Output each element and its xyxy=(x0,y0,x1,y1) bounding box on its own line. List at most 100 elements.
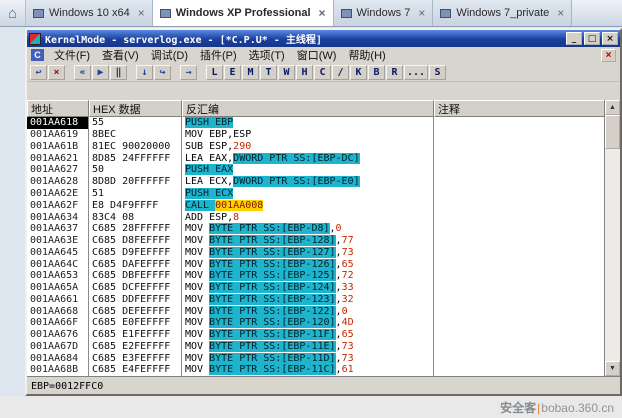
hex-cell: 8D85 24FFFFFF xyxy=(89,152,182,164)
address-cell: 001AA637 xyxy=(27,223,89,235)
source-window-button[interactable]: S xyxy=(429,65,446,80)
step-into-button[interactable]: ↓ xyxy=(136,65,153,80)
menu-item-help[interactable]: 帮助(H) xyxy=(342,47,391,63)
address-cell: 001AA61B xyxy=(27,141,89,153)
address-cell: 001AA618 xyxy=(27,117,89,129)
executables-window-button[interactable]: E xyxy=(224,65,241,80)
disasm-row[interactable]: 001AA61B81EC 90020000SUB ESP,290 xyxy=(27,141,604,153)
minimize-button[interactable]: _ xyxy=(566,32,582,45)
menu-item-options[interactable]: 选项(T) xyxy=(243,47,291,63)
address-cell: 001AA619 xyxy=(27,129,89,141)
address-cell: 001AA63E xyxy=(27,235,89,247)
threads-window-button[interactable]: T xyxy=(260,65,277,80)
goto-address-button[interactable]: → xyxy=(180,65,197,80)
disasm-row[interactable]: 001AA676C685 E1FEFFFFMOV BYTE PTR SS:[EB… xyxy=(27,329,604,341)
tab-close-icon[interactable]: × xyxy=(138,6,145,20)
cpu-window-button[interactable]: C xyxy=(314,65,331,80)
windows-window-button[interactable]: W xyxy=(278,65,295,80)
disasm-cell: LEA EAX,DWORD PTR SS:[EBP-DC] xyxy=(182,152,434,164)
menu-item-view[interactable]: 查看(V) xyxy=(96,47,145,63)
breakpoints-window-button[interactable]: B xyxy=(368,65,385,80)
disasm-row[interactable]: 001AA62E51PUSH ECX xyxy=(27,188,604,200)
column-header: 反汇编 xyxy=(182,100,434,117)
open-file-button[interactable]: ↩ xyxy=(30,65,47,80)
comment-cell xyxy=(434,270,604,282)
address-cell: 001AA684 xyxy=(27,352,89,364)
menu-bar: C 文件(F)查看(V)调试(D)插件(P)选项(T)窗口(W)帮助(H) × xyxy=(27,47,620,63)
patches-window-button[interactable]: / xyxy=(332,65,349,80)
disasm-row[interactable]: 001AA653C685 DBFEFFFFMOV BYTE PTR SS:[EB… xyxy=(27,270,604,282)
comment-cell xyxy=(434,176,604,188)
disasm-row[interactable]: 001AA6288D8D 20FFFFFFLEA ECX,DWORD PTR S… xyxy=(27,176,604,188)
tab-close-icon[interactable]: × xyxy=(418,6,425,20)
close-program-button[interactable]: × xyxy=(48,65,65,80)
vm-tab-windows-7[interactable]: Windows 7 × xyxy=(334,0,434,26)
disasm-row[interactable]: 001AA63EC685 D8FEFFFFMOV BYTE PTR SS:[EB… xyxy=(27,235,604,247)
disasm-row[interactable]: 001AA637C685 28FFFFFFMOV BYTE PTR SS:[EB… xyxy=(27,223,604,235)
address-cell: 001AA634 xyxy=(27,211,89,223)
disasm-row[interactable]: 001AA661C685 DDFEFFFFMOV BYTE PTR SS:[EB… xyxy=(27,293,604,305)
menu-item-window[interactable]: 窗口(W) xyxy=(291,47,343,63)
hex-cell: 8D8D 20FFFFFF xyxy=(89,176,182,188)
run-button[interactable]: ▶ xyxy=(92,65,109,80)
disassembly-rows: 001AA61855PUSH EBP001AA6198BECMOV EBP,ES… xyxy=(27,117,604,376)
vm-tab-bar: ⌂ Windows 10 x64×Windows XP Professional… xyxy=(0,0,622,27)
title-bar[interactable]: KernelMode - serverlog.exe - [*C.P.U* - … xyxy=(27,30,620,47)
debugger-window: KernelMode - serverlog.exe - [*C.P.U* - … xyxy=(25,28,622,396)
maximize-button[interactable]: □ xyxy=(584,32,600,45)
home-icon[interactable]: ⌂ xyxy=(0,0,26,26)
comment-cell xyxy=(434,117,604,129)
disasm-row[interactable]: 001AA668C685 DEFEFFFFMOV BYTE PTR SS:[EB… xyxy=(27,305,604,317)
vm-icon xyxy=(33,9,44,18)
disasm-row[interactable]: 001AA63483C4 08ADD ESP,8 xyxy=(27,211,604,223)
scroll-up-icon[interactable]: ▲ xyxy=(605,100,620,115)
disasm-row[interactable]: 001AA66FC685 E0FEFFFFMOV BYTE PTR SS:[EB… xyxy=(27,317,604,329)
vm-tabs: Windows 10 x64×Windows XP Professional×W… xyxy=(26,0,572,26)
step-over-button[interactable]: ↪ xyxy=(154,65,171,80)
comment-cell xyxy=(434,141,604,153)
menu-item-file[interactable]: 文件(F) xyxy=(48,47,96,63)
scroll-down-icon[interactable]: ▼ xyxy=(605,361,620,376)
disasm-row[interactable]: 001AA6218D85 24FFFFFFLEA EAX,DWORD PTR S… xyxy=(27,152,604,164)
call-stack-window-button[interactable]: K xyxy=(350,65,367,80)
disasm-row[interactable]: 001AA62750PUSH EAX xyxy=(27,164,604,176)
vm-icon xyxy=(341,9,352,18)
pause-button[interactable]: ‖ xyxy=(110,65,127,80)
disasm-row[interactable]: 001AA684C685 E3FEFFFFMOV BYTE PTR SS:[EB… xyxy=(27,352,604,364)
vm-tab-windows-10-x64[interactable]: Windows 10 x64 × xyxy=(26,0,153,26)
disasm-row[interactable]: 001AA68BC685 E4FEFFFFMOV BYTE PTR SS:[EB… xyxy=(27,364,604,376)
vm-icon xyxy=(160,9,171,18)
tab-close-icon[interactable]: × xyxy=(319,6,326,20)
vm-tab-label: Windows 10 x64 xyxy=(49,7,130,19)
run-trace-window-button[interactable]: ... xyxy=(404,65,428,80)
disasm-row[interactable]: 001AA67DC685 E2FEFFFFMOV BYTE PTR SS:[EB… xyxy=(27,341,604,353)
menu-item-debug[interactable]: 调试(D) xyxy=(145,47,194,63)
log-window-button[interactable]: L xyxy=(206,65,223,80)
disasm-row[interactable]: 001AA61855PUSH EBP xyxy=(27,117,604,129)
column-headers: 地址HEX 数据反汇编注释 xyxy=(27,100,604,117)
comment-cell xyxy=(434,211,604,223)
disasm-row[interactable]: 001AA645C685 D9FEFFFFMOV BYTE PTR SS:[EB… xyxy=(27,246,604,258)
tab-close-icon[interactable]: × xyxy=(557,6,564,20)
mdi-close-button[interactable]: × xyxy=(601,49,616,62)
watermark: 安全客|bobao.360.cn xyxy=(500,399,614,416)
window-controls: _ □ × xyxy=(566,32,618,45)
vm-tab-label: Windows 7 xyxy=(357,7,411,19)
scrollbar-thumb[interactable] xyxy=(605,115,620,149)
memory-window-button[interactable]: M xyxy=(242,65,259,80)
vm-tab-windows-7-private[interactable]: Windows 7_private× xyxy=(433,0,572,26)
vm-tab-windows-xp-professional[interactable]: Windows XP Professional× xyxy=(153,0,334,26)
references-window-button[interactable]: R xyxy=(386,65,403,80)
vertical-scrollbar[interactable]: ▲ ▼ xyxy=(604,100,620,376)
handles-window-button[interactable]: H xyxy=(296,65,313,80)
cpu-child-window-icon: C xyxy=(31,49,44,61)
disasm-row[interactable]: 001AA64CC685 DAFEFFFFMOV BYTE PTR SS:[EB… xyxy=(27,258,604,270)
menu-item-plugins[interactable]: 插件(P) xyxy=(194,47,243,63)
disasm-cell: LEA ECX,DWORD PTR SS:[EBP-E0] xyxy=(182,176,434,188)
disasm-cell: SUB ESP,290 xyxy=(182,141,434,153)
disasm-row[interactable]: 001AA6198BECMOV EBP,ESP xyxy=(27,129,604,141)
close-button[interactable]: × xyxy=(602,32,618,45)
disasm-row[interactable]: 001AA65AC685 DCFEFFFFMOV BYTE PTR SS:[EB… xyxy=(27,282,604,294)
disasm-row[interactable]: 001AA62FE8 D4F9FFFFCALL 001AA008 xyxy=(27,199,604,211)
restart-button[interactable]: « xyxy=(74,65,91,80)
